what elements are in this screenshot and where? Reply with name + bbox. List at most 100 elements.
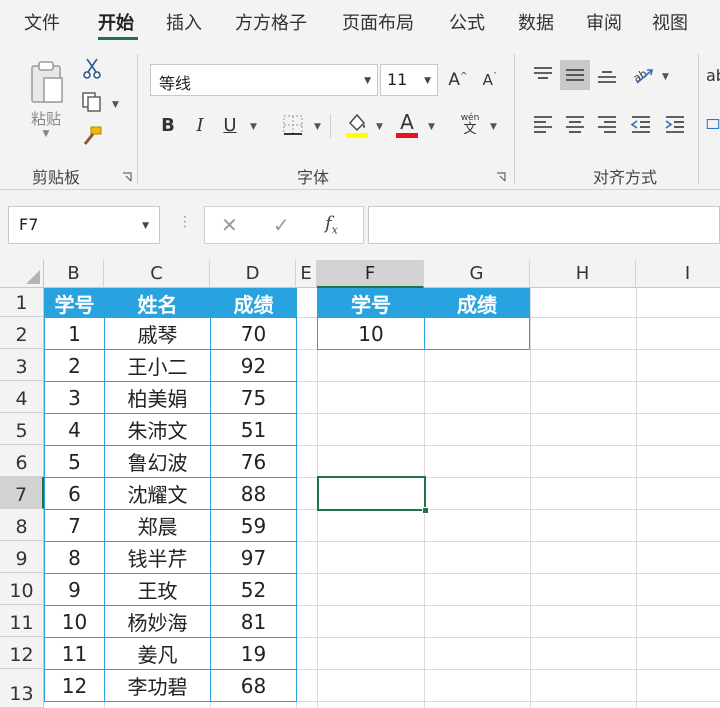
table-cell[interactable]: 92 (210, 349, 297, 382)
table-cell[interactable]: 4 (44, 413, 105, 446)
chevron-down-icon[interactable]: ▼ (376, 122, 383, 132)
table-cell[interactable]: 59 (210, 509, 297, 542)
cut-button[interactable] (80, 56, 104, 80)
row-header-8[interactable]: 8 (0, 509, 44, 541)
table-cell[interactable]: 鲁幻波 (104, 445, 211, 478)
table-cell[interactable]: 10 (44, 605, 105, 638)
table-cell[interactable]: 郑晨 (104, 509, 211, 542)
row-header-13[interactable]: 13 (0, 669, 44, 708)
table-cell[interactable]: 柏美娟 (104, 381, 211, 414)
tab-home[interactable]: 开始 (98, 9, 134, 35)
column-header-e[interactable]: E (296, 260, 317, 288)
row-header-4[interactable]: 4 (0, 381, 44, 413)
align-top-button[interactable] (530, 60, 556, 90)
column-header-c[interactable]: C (104, 260, 210, 288)
table-cell[interactable]: 97 (210, 541, 297, 574)
name-box[interactable]: F7 ▼ (8, 206, 160, 244)
borders-button[interactable] (280, 112, 306, 138)
tab-data[interactable]: 数据 (518, 9, 554, 35)
formula-input[interactable] (368, 206, 720, 244)
table-header-cell[interactable]: 姓名 (104, 288, 211, 318)
column-header-g[interactable]: G (424, 260, 530, 288)
lookup-score-cell[interactable] (424, 317, 530, 350)
table-cell[interactable]: 3 (44, 381, 105, 414)
lookup-header-cell[interactable]: 成绩 (424, 288, 530, 318)
check-icon[interactable]: ✓ (273, 213, 290, 237)
select-all-corner[interactable] (0, 260, 44, 288)
table-cell[interactable]: 76 (210, 445, 297, 478)
column-header-b[interactable]: B (44, 260, 104, 288)
align-left-button[interactable] (530, 110, 556, 138)
table-cell[interactable]: 李功碧 (104, 669, 211, 702)
decrease-font-size-button[interactable]: Aˇ (478, 68, 502, 92)
table-cell[interactable]: 姜凡 (104, 637, 211, 670)
row-header-1[interactable]: 1 (0, 288, 44, 317)
align-middle-button[interactable] (560, 60, 590, 90)
increase-indent-button[interactable] (662, 110, 688, 138)
chevron-down-icon[interactable]: ▼ (112, 100, 119, 110)
bold-button[interactable]: B (156, 112, 180, 138)
table-cell[interactable]: 68 (210, 669, 297, 702)
font-name-select[interactable]: 等线 ▼ (150, 64, 378, 96)
tab-view[interactable]: 视图 (652, 9, 688, 35)
column-header-f[interactable]: F (317, 260, 424, 288)
row-header-3[interactable]: 3 (0, 349, 44, 381)
table-cell[interactable]: 81 (210, 605, 297, 638)
tab-insert[interactable]: 插入 (166, 9, 202, 35)
tab-page-layout[interactable]: 页面布局 (342, 9, 414, 35)
lookup-header-cell[interactable]: 学号 (317, 288, 425, 318)
table-cell[interactable]: 朱沛文 (104, 413, 211, 446)
selected-cell-f7[interactable] (317, 476, 429, 514)
table-header-cell[interactable]: 成绩 (210, 288, 297, 318)
table-cell[interactable]: 沈耀文 (104, 477, 211, 510)
font-size-select[interactable]: 11 ▼ (380, 64, 438, 96)
align-center-button[interactable] (562, 110, 588, 138)
row-header-10[interactable]: 10 (0, 573, 44, 605)
paste-button[interactable]: 粘贴 ▼ (22, 54, 70, 144)
table-cell[interactable]: 1 (44, 317, 105, 350)
table-cell[interactable]: 9 (44, 573, 105, 606)
row-header-7[interactable]: 7 (0, 477, 44, 509)
copy-button[interactable] (78, 90, 106, 114)
merge-center-button[interactable] (706, 110, 720, 138)
table-cell[interactable]: 8 (44, 541, 105, 574)
row-header-2[interactable]: 2 (0, 317, 44, 349)
table-cell[interactable]: 王玫 (104, 573, 211, 606)
table-cell[interactable]: 51 (210, 413, 297, 446)
table-cell[interactable]: 2 (44, 349, 105, 382)
table-header-cell[interactable]: 学号 (44, 288, 105, 318)
chevron-down-icon[interactable]: ▼ (662, 72, 669, 82)
chevron-down-icon[interactable]: ▼ (250, 122, 257, 132)
table-cell[interactable]: 钱半芹 (104, 541, 211, 574)
row-header-5[interactable]: 5 (0, 413, 44, 445)
column-header-d[interactable]: D (210, 260, 296, 288)
table-cell[interactable]: 6 (44, 477, 105, 510)
dialog-launcher-icon[interactable] (496, 172, 506, 182)
column-header-i[interactable]: I (636, 260, 720, 288)
wrap-text-button[interactable]: ab (706, 60, 720, 90)
table-cell[interactable]: 12 (44, 669, 105, 702)
table-cell[interactable]: 19 (210, 637, 297, 670)
column-header-h[interactable]: H (530, 260, 636, 288)
fill-handle[interactable] (422, 507, 429, 514)
align-right-button[interactable] (594, 110, 620, 138)
orientation-button[interactable]: ab (628, 60, 658, 90)
row-header-6[interactable]: 6 (0, 445, 44, 477)
chevron-down-icon[interactable]: ▼ (314, 122, 321, 132)
phonetic-guide-button[interactable]: wén 文 (456, 110, 484, 140)
tab-fangfang[interactable]: 方方格子 (235, 9, 307, 35)
row-header-11[interactable]: 11 (0, 605, 44, 637)
splitter-handle[interactable]: ⋮ (178, 214, 192, 230)
table-cell[interactable]: 5 (44, 445, 105, 478)
table-cell[interactable]: 75 (210, 381, 297, 414)
underline-button[interactable]: U (218, 112, 242, 138)
format-painter-button[interactable] (80, 124, 104, 148)
lookup-id-cell[interactable]: 10 (317, 317, 425, 350)
tab-file[interactable]: 文件 (24, 9, 60, 35)
decrease-indent-button[interactable] (628, 110, 654, 138)
table-cell[interactable]: 11 (44, 637, 105, 670)
table-cell[interactable]: 70 (210, 317, 297, 350)
tab-review[interactable]: 审阅 (586, 9, 622, 35)
align-bottom-button[interactable] (594, 60, 620, 90)
italic-button[interactable]: I (188, 112, 212, 138)
